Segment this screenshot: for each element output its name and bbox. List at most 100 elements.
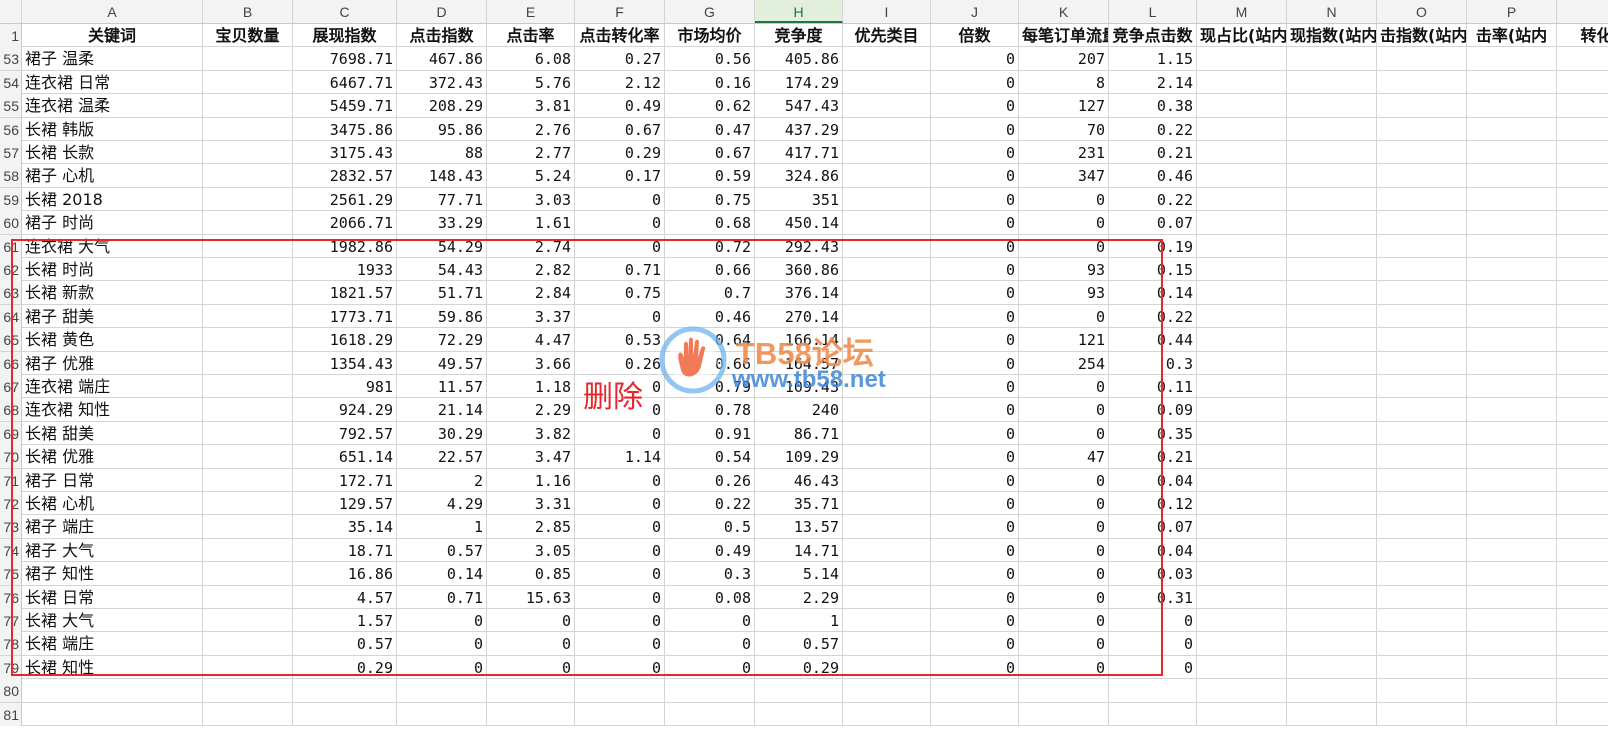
data-cell[interactable]: 0: [1019, 562, 1109, 586]
data-cell[interactable]: [1467, 164, 1557, 188]
data-cell[interactable]: [1467, 585, 1557, 609]
data-cell[interactable]: 0: [931, 398, 1019, 422]
data-cell[interactable]: 0: [1109, 609, 1197, 632]
data-cell[interactable]: [1197, 304, 1287, 328]
data-cell[interactable]: [1377, 632, 1467, 656]
data-cell[interactable]: [1467, 117, 1557, 141]
data-cell[interactable]: 46.43: [755, 468, 843, 492]
row-number[interactable]: 73: [0, 515, 22, 539]
keyword-cell[interactable]: 长裙 黄色: [22, 328, 203, 352]
data-cell[interactable]: [1197, 421, 1287, 445]
column-header-P[interactable]: P: [1467, 0, 1557, 23]
data-cell[interactable]: [665, 702, 755, 726]
header-cell[interactable]: 宝贝数量: [203, 24, 293, 47]
data-cell[interactable]: 0: [931, 351, 1019, 375]
data-cell[interactable]: 0: [931, 70, 1019, 94]
data-cell[interactable]: 0.66: [665, 351, 755, 375]
data-cell[interactable]: 0.19: [1109, 234, 1197, 258]
data-cell[interactable]: [1467, 187, 1557, 211]
data-cell[interactable]: [1377, 679, 1467, 703]
data-cell[interactable]: 0.31: [1109, 585, 1197, 609]
data-cell[interactable]: 0.91: [665, 421, 755, 445]
data-cell[interactable]: 0: [931, 655, 1019, 679]
keyword-cell[interactable]: 长裙 韩版: [22, 117, 203, 141]
data-cell[interactable]: [1197, 492, 1287, 515]
data-cell[interactable]: [203, 70, 293, 94]
data-cell[interactable]: 0: [931, 445, 1019, 469]
data-cell[interactable]: 0.21: [1109, 141, 1197, 164]
data-cell[interactable]: 2066.71: [293, 211, 397, 235]
data-cell[interactable]: [1287, 702, 1377, 726]
data-cell[interactable]: [1287, 141, 1377, 164]
data-cell[interactable]: 0.47: [665, 117, 755, 141]
data-cell[interactable]: [1197, 211, 1287, 235]
data-cell[interactable]: [1377, 164, 1467, 188]
data-cell[interactable]: [1377, 258, 1467, 281]
data-cell[interactable]: [1287, 398, 1377, 422]
keyword-cell[interactable]: 裙子 心机: [22, 164, 203, 188]
data-cell[interactable]: [1557, 445, 1608, 468]
data-cell[interactable]: 324.86: [755, 164, 843, 188]
data-cell[interactable]: [843, 679, 931, 703]
data-cell[interactable]: 16.86: [293, 562, 397, 586]
data-cell[interactable]: 0.03: [1109, 562, 1197, 586]
data-cell[interactable]: 3.82: [487, 421, 575, 445]
data-cell[interactable]: [203, 117, 293, 141]
data-cell[interactable]: 2.14: [1109, 70, 1197, 94]
data-cell[interactable]: 164.57: [755, 351, 843, 375]
data-cell[interactable]: [1377, 234, 1467, 258]
keyword-cell[interactable]: 长裙 2018: [22, 187, 203, 211]
data-cell[interactable]: [1377, 211, 1467, 235]
data-cell[interactable]: [1287, 258, 1377, 281]
data-cell[interactable]: [203, 94, 293, 118]
data-cell[interactable]: 0.09: [1109, 398, 1197, 422]
data-cell[interactable]: [1557, 47, 1608, 70]
data-cell[interactable]: [1287, 351, 1377, 375]
data-cell[interactable]: 3.47: [487, 445, 575, 469]
column-header-extra[interactable]: [1557, 0, 1608, 23]
data-cell[interactable]: 0: [1019, 304, 1109, 328]
data-cell[interactable]: 6.08: [487, 47, 575, 71]
data-cell[interactable]: 0.64: [665, 328, 755, 352]
data-cell[interactable]: [203, 655, 293, 679]
data-cell[interactable]: 360.86: [755, 258, 843, 281]
data-cell[interactable]: 0: [575, 609, 665, 632]
data-cell[interactable]: [1557, 281, 1608, 304]
data-cell[interactable]: 0.78: [665, 398, 755, 422]
data-cell[interactable]: 0.04: [1109, 538, 1197, 562]
data-cell[interactable]: 0: [931, 304, 1019, 328]
column-header-K[interactable]: K: [1019, 0, 1109, 23]
data-cell[interactable]: [1197, 515, 1287, 539]
data-cell[interactable]: [203, 47, 293, 71]
row-number[interactable]: 75: [0, 562, 22, 586]
data-cell[interactable]: [1287, 445, 1377, 469]
data-cell[interactable]: 51.71: [397, 281, 487, 305]
data-cell[interactable]: 0.29: [575, 141, 665, 164]
data-cell[interactable]: 0: [931, 375, 1019, 398]
data-cell[interactable]: 54.43: [397, 258, 487, 281]
data-cell[interactable]: 0: [931, 562, 1019, 586]
data-cell[interactable]: [203, 538, 293, 562]
data-cell[interactable]: [843, 281, 931, 305]
data-cell[interactable]: 0: [931, 211, 1019, 235]
data-cell[interactable]: [203, 164, 293, 188]
data-cell[interactable]: 0: [397, 609, 487, 632]
data-cell[interactable]: 0: [1019, 609, 1109, 632]
data-cell[interactable]: [1197, 141, 1287, 164]
data-cell[interactable]: [203, 679, 293, 703]
data-cell[interactable]: 0: [575, 632, 665, 656]
data-cell[interactable]: 1.16: [487, 468, 575, 492]
data-cell[interactable]: 547.43: [755, 94, 843, 118]
data-cell[interactable]: 13.57: [755, 515, 843, 539]
data-cell[interactable]: 1: [397, 515, 487, 539]
column-header-N[interactable]: N: [1287, 0, 1377, 23]
data-cell[interactable]: 1933: [293, 258, 397, 281]
data-cell[interactable]: [1377, 492, 1467, 515]
data-cell[interactable]: 0: [1109, 632, 1197, 656]
data-cell[interactable]: [1467, 398, 1557, 422]
data-cell[interactable]: 450.14: [755, 211, 843, 235]
data-cell[interactable]: 0: [1019, 375, 1109, 398]
data-cell[interactable]: 0.46: [1109, 164, 1197, 188]
data-cell[interactable]: 2.76: [487, 117, 575, 141]
data-cell[interactable]: 0.67: [575, 117, 665, 141]
